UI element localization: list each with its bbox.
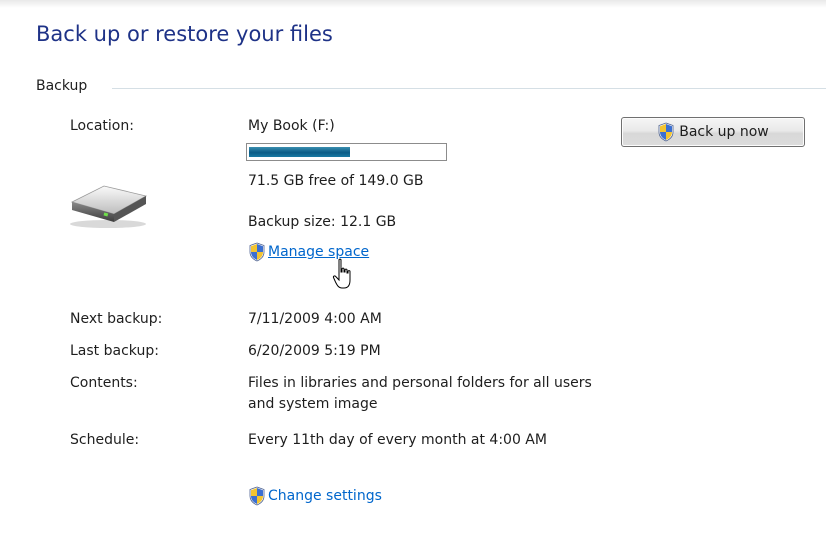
free-space-text: 71.5 GB free of 149.0 GB (248, 173, 424, 189)
back-up-now-label: Back up now (679, 124, 769, 140)
backup-section-label: Backup (36, 78, 88, 94)
location-label: Location: (70, 118, 134, 134)
uac-shield-icon (249, 486, 265, 506)
schedule-value: Every 11th day of every month at 4:00 AM (248, 432, 547, 448)
next-backup-value: 7/11/2009 4:00 AM (248, 311, 382, 327)
section-divider (112, 88, 826, 89)
contents-label: Contents: (70, 375, 138, 391)
schedule-label: Schedule: (70, 432, 140, 448)
backup-size-text: Backup size: 12.1 GB (248, 214, 397, 230)
next-backup-label: Next backup: (70, 311, 163, 327)
uac-shield-icon (658, 122, 674, 142)
uac-shield-icon (249, 242, 265, 262)
hand-pointer-cursor-icon (332, 258, 351, 289)
disk-usage-bar (246, 143, 447, 161)
change-settings-link[interactable]: Change settings (268, 488, 382, 504)
backup-restore-panel: Back up or restore your files Backup Loc… (0, 0, 826, 533)
top-shadow (0, 0, 826, 8)
last-backup-value: 6/20/2009 5:19 PM (248, 343, 381, 359)
hard-drive-icon (70, 185, 148, 228)
change-settings-row: Change settings (248, 486, 382, 506)
last-backup-label: Last backup: (70, 343, 159, 359)
location-value: My Book (F:) (248, 118, 335, 134)
page-title: Back up or restore your files (36, 22, 333, 46)
disk-usage-fill (249, 147, 350, 157)
contents-value: Files in libraries and personal folders … (248, 375, 592, 412)
back-up-now-button[interactable]: Back up now (621, 117, 805, 147)
